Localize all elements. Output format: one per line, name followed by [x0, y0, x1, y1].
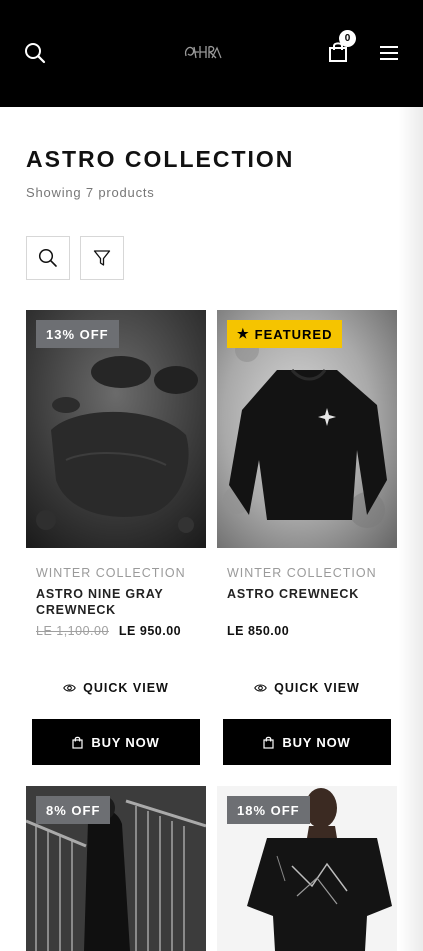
discount-badge: 13% OFF [36, 320, 119, 348]
page-title: ASTRO COLLECTION [26, 146, 295, 172]
scroll-shadow [398, 107, 423, 951]
star-icon: ★ [237, 326, 250, 341]
product-image[interactable]: 13% OFF [26, 310, 206, 548]
product-count: Showing 7 products [26, 185, 155, 200]
featured-label: FEATURED [254, 326, 333, 342]
menu-icon [380, 46, 398, 60]
product-image[interactable]: ★ FEATURED [217, 310, 397, 548]
collection-label: WINTER COLLECTION [36, 566, 186, 580]
discount-badge: 18% OFF [227, 796, 310, 824]
filter-icon [93, 250, 111, 266]
search-icon [25, 43, 46, 64]
product-image[interactable]: 8% OFF [26, 786, 206, 951]
discount-badge: 8% OFF [36, 796, 111, 824]
current-price: LE 950.00 [118, 624, 182, 638]
buy-now-button[interactable]: BUY NOW [223, 719, 391, 765]
current-price: LE 850.00 [227, 624, 290, 638]
site-header: 0 [0, 0, 423, 107]
product-image[interactable]: 18% OFF [217, 786, 397, 951]
filter-button[interactable] [80, 236, 124, 280]
logo-icon [184, 45, 222, 59]
product-search-button[interactable] [26, 236, 70, 280]
collection-label: WINTER COLLECTION [227, 566, 377, 580]
eye-icon [63, 684, 76, 692]
quick-view-button[interactable]: QUICK VIEW [217, 678, 397, 698]
shopping-bag-icon [263, 736, 274, 749]
shopping-bag-icon [72, 736, 83, 749]
price-row: LE 1,100.00 LE 950.00 [36, 624, 181, 638]
product-name[interactable]: ASTRO NINE GRAY CREWNECK [36, 586, 201, 618]
cart-count-badge: 0 [339, 30, 356, 47]
quick-view-label: QUICK VIEW [83, 681, 169, 695]
menu-button[interactable] [374, 38, 404, 68]
buy-now-button[interactable]: BUY NOW [32, 719, 200, 765]
search-icon [38, 248, 57, 267]
featured-badge: ★ FEATURED [227, 320, 343, 348]
buy-now-label: BUY NOW [91, 734, 160, 750]
brand-logo[interactable] [176, 36, 228, 68]
header-search-button[interactable] [20, 38, 50, 68]
quick-view-label: QUICK VIEW [274, 681, 360, 695]
old-price: LE 1,100.00 [36, 624, 109, 638]
eye-icon [254, 684, 267, 692]
price-row: LE 850.00 [227, 624, 289, 638]
buy-now-label: BUY NOW [282, 734, 351, 750]
product-name[interactable]: ASTRO CREWNECK [227, 586, 392, 602]
quick-view-button[interactable]: QUICK VIEW [26, 678, 206, 698]
